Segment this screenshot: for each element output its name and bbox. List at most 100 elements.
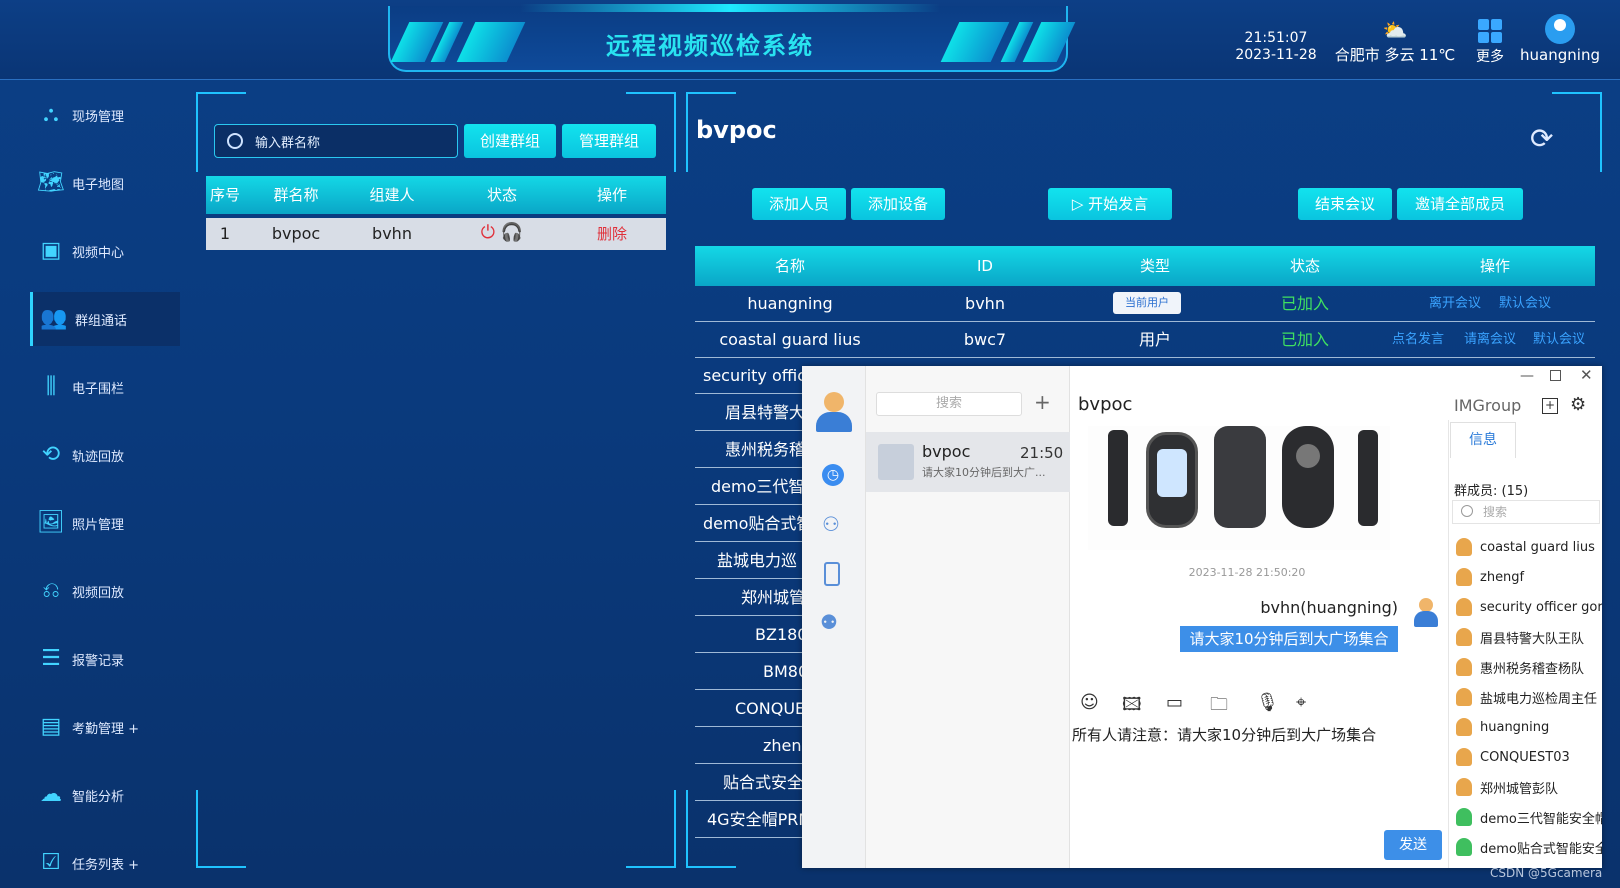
group-icon[interactable]: ⚉ <box>820 610 838 634</box>
default-meeting-link[interactable]: 默认会议 <box>1495 286 1555 322</box>
table-row[interactable]: security offic <box>695 358 806 394</box>
table-row[interactable]: 眉县特警大 <box>695 395 805 431</box>
settings-icon[interactable]: ⚙ <box>1570 394 1586 415</box>
more-button[interactable]: 更多 <box>1470 18 1510 66</box>
list-item[interactable]: huangning <box>1450 712 1602 742</box>
sidebar-label: 视频回放 <box>72 585 125 601</box>
table-row[interactable]: 郑州城管 <box>695 580 805 616</box>
table-row[interactable]: BZ180 <box>695 617 807 653</box>
list-item[interactable]: demo贴合式智能安全 <box>1450 832 1602 862</box>
table-row[interactable]: 惠州税务稽 <box>695 432 805 468</box>
sidebar-item-photos[interactable]: 🖼 照片管理 <box>30 496 180 550</box>
table-row[interactable]: 1 bvpoc bvhn ⏻ 🎧 删除 <box>206 218 666 250</box>
info-tab[interactable]: 信息 <box>1450 422 1516 458</box>
device-icon <box>1456 838 1472 856</box>
send-button[interactable]: 发送 <box>1384 830 1442 860</box>
invite-all-button[interactable]: 邀请全部成员 <box>1397 188 1523 220</box>
sidebar-item-map[interactable]: 🗺 电子地图 <box>30 156 180 210</box>
table-row[interactable]: 4G安全帽PRM <box>695 802 812 838</box>
folder-icon[interactable]: 🗀 <box>1210 692 1228 722</box>
list-item[interactable]: demo三代智能安全帽 <box>1450 802 1602 832</box>
sidebar-label: 报警记录 <box>72 653 125 669</box>
roll-call-link[interactable]: 点名发言 <box>1385 322 1451 358</box>
default-meeting-link[interactable]: 默认会议 <box>1527 322 1591 358</box>
list-item[interactable]: 惠州税务稽查杨队 <box>1450 652 1602 682</box>
table-row[interactable]: huangning bvhn 当前用户 已加入 离开会议 默认会议 <box>695 286 1595 322</box>
sidebar-item-tasks[interactable]: ☑ 任务列表 + <box>30 836 180 888</box>
member-search-input[interactable]: 搜索 <box>1452 500 1600 524</box>
member-label: CONQUEST03 <box>1480 749 1570 765</box>
table-row[interactable]: BM80 <box>695 654 808 690</box>
close-icon[interactable]: ✕ <box>1580 366 1593 384</box>
minimize-icon[interactable]: — <box>1520 368 1534 384</box>
chat-search-input[interactable]: 搜索 <box>876 392 1022 416</box>
plus-icon[interactable]: + <box>1034 390 1051 414</box>
table-row[interactable]: 盐城电力巡 <box>695 543 805 579</box>
end-meeting-button[interactable]: 结束会议 <box>1298 188 1392 220</box>
message-input[interactable]: 所有人请注意：请大家10分钟后到大广场集合 <box>1072 724 1442 748</box>
list-item[interactable]: 眉县特警大队王队 <box>1450 622 1602 652</box>
member-label: huangning <box>1480 719 1550 735</box>
group-search-input[interactable]: 输入群名称 <box>214 124 458 158</box>
list-item[interactable]: 郑州城管彭队 <box>1450 772 1602 802</box>
leave-meeting-link[interactable]: 离开会议 <box>1425 286 1485 322</box>
create-group-button[interactable]: 创建群组 <box>464 124 556 158</box>
sidebar-item-fence[interactable]: ⫼ 电子围栏 <box>30 360 180 414</box>
sidebar-item-video[interactable]: ▣ 视频中心 <box>30 224 180 278</box>
table-row[interactable]: zheng <box>695 728 812 764</box>
list-item[interactable]: CONQUEST03 <box>1450 742 1602 772</box>
list-item[interactable]: coastal guard lius <box>1450 532 1602 562</box>
member-label: coastal guard lius <box>1480 539 1595 555</box>
remove-member-link[interactable]: 请离会议 <box>1457 322 1523 358</box>
refresh-icon[interactable]: ⟳ <box>1530 122 1553 155</box>
video-call-icon[interactable]: ▭ <box>1166 692 1183 713</box>
clock-icon[interactable]: ◷ <box>822 464 844 486</box>
headset-icon[interactable]: 🎧 <box>501 222 523 243</box>
sidebar-item-attendance[interactable]: ▤ 考勤管理 + <box>30 700 180 754</box>
manage-group-button[interactable]: 管理群组 <box>562 124 656 158</box>
message-timestamp: 2023-11-28 21:50:20 <box>1188 566 1306 579</box>
add-member-icon[interactable]: + <box>1542 398 1558 414</box>
user-menu[interactable]: huangning <box>1510 14 1610 64</box>
phone-icon[interactable] <box>824 562 840 586</box>
sidebar-item-track[interactable]: ⟲ 轨迹回放 <box>30 428 180 482</box>
sidebar-label: 任务列表 + <box>72 857 140 873</box>
delete-group-link[interactable]: 删除 <box>572 218 652 250</box>
power-icon[interactable]: ⏻ <box>481 222 495 243</box>
profile-avatar-icon[interactable] <box>816 392 852 432</box>
chat-window[interactable]: ◷ ⚇ ⚉ 搜索 + bvpoc 21:50 请大家10分钟后到大广... — … <box>802 366 1602 868</box>
add-device-button[interactable]: 添加设备 <box>851 188 945 220</box>
sidebar-item-site[interactable]: ⛬ 现场管理 <box>30 88 180 142</box>
device-image[interactable] <box>1088 426 1390 550</box>
location-icon[interactable]: ⌖ <box>1296 692 1306 713</box>
sidebar-item-analysis[interactable]: ☁ 智能分析 <box>30 768 180 822</box>
conversation-item[interactable]: bvpoc 21:50 请大家10分钟后到大广... <box>866 432 1070 492</box>
sidebar-label: 照片管理 <box>72 517 125 533</box>
member-label: zhengf <box>1480 569 1525 585</box>
table-row[interactable]: coastal guard lius bwc7 用户 已加入 点名发言 请离会议… <box>695 322 1595 358</box>
maximize-icon[interactable] <box>1550 370 1561 381</box>
message-bubble[interactable]: 请大家10分钟后到大广场集合 <box>1180 626 1398 652</box>
table-row[interactable]: 贴合式安全 <box>695 765 805 801</box>
emoji-icon[interactable]: ☺ <box>1080 692 1099 713</box>
list-item[interactable]: security officer gord <box>1450 592 1602 622</box>
image-icon[interactable]: 🖾 <box>1122 692 1142 722</box>
panel-corner <box>196 790 246 868</box>
contact-icon[interactable]: ⚇ <box>822 512 840 536</box>
microphone-icon[interactable]: 🎙 <box>1256 692 1279 713</box>
user-icon <box>1456 748 1472 766</box>
device-icon <box>1456 808 1472 826</box>
table-row[interactable]: CONQUE <box>695 691 805 727</box>
user-icon <box>1456 598 1472 616</box>
add-person-button[interactable]: 添加人员 <box>752 188 846 220</box>
sidebar-item-group-call[interactable]: 👥 群组通话 <box>30 292 180 346</box>
cloud-analysis-icon: ☁ <box>40 782 62 807</box>
list-item[interactable]: zhengf <box>1450 562 1602 592</box>
table-row[interactable]: demo贴合式智 <box>695 506 812 542</box>
table-row[interactable]: demo三代智 <box>695 469 805 505</box>
start-talk-button[interactable]: ▷ 开始发言 <box>1048 188 1172 220</box>
sidebar-item-playback[interactable]: ⎌ 视频回放 <box>30 564 180 618</box>
fence-icon: ⫼ <box>45 374 57 399</box>
sidebar-item-alarms[interactable]: ☰ 报警记录 <box>30 632 180 686</box>
list-item[interactable]: 盐城电力巡检周主任 <box>1450 682 1602 712</box>
